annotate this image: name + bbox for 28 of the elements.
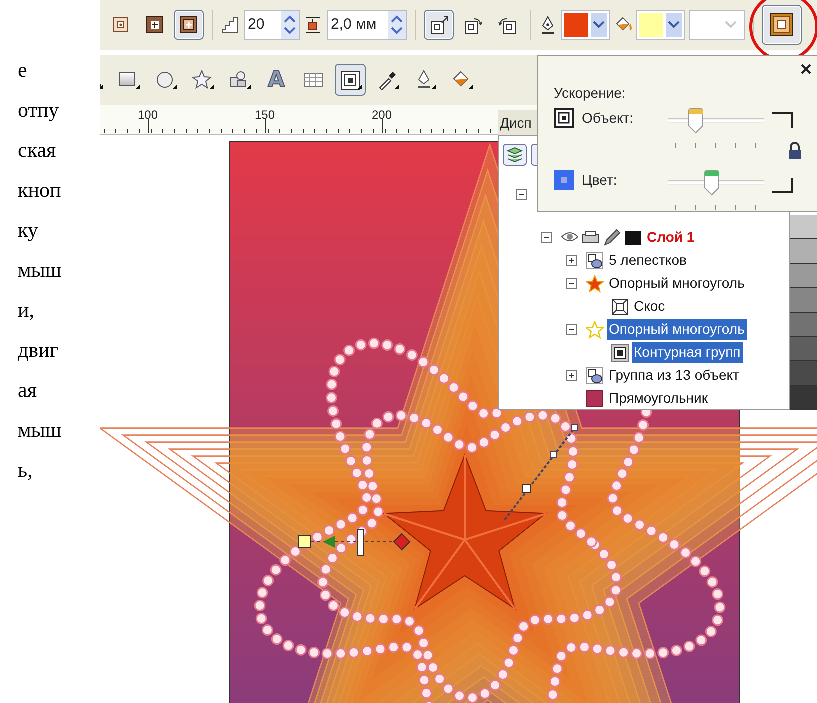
- spin-field[interactable]: 2,0 мм: [327, 10, 407, 40]
- tree-item[interactable]: Слой 1: [645, 227, 697, 248]
- text-line: мыш: [18, 257, 63, 284]
- text-line: ская: [18, 137, 58, 164]
- popup-title: Ускорение:: [554, 84, 626, 103]
- ruler-label: 100: [138, 107, 158, 124]
- slider-label: Объект:: [582, 109, 635, 128]
- tree-item[interactable]: Группа из 13 объект: [607, 365, 742, 386]
- text-line: и,: [18, 297, 36, 324]
- ruler-label: 150: [255, 107, 276, 124]
- tree-item[interactable]: Прямоугольник: [607, 388, 710, 409]
- tree-item[interactable]: Опорный многоуголь: [607, 319, 747, 340]
- close-button[interactable]: ×: [800, 60, 812, 80]
- text-line: ая: [18, 377, 38, 404]
- slider-label: Цвет:: [582, 171, 618, 190]
- text-line: отпу: [18, 97, 60, 124]
- ruler-label: 200: [372, 107, 392, 124]
- tree-item[interactable]: Опорный многоуголь: [607, 273, 747, 294]
- text-line: кноп: [18, 177, 62, 204]
- text-line: двиг: [18, 337, 60, 364]
- text-line: ку: [18, 217, 40, 244]
- text-line: ь,: [18, 457, 34, 484]
- tree-item[interactable]: 5 лепестков: [607, 250, 689, 271]
- text-line: мыш: [18, 417, 63, 444]
- text-line: е: [18, 57, 28, 84]
- tree-item[interactable]: Контурная групп: [632, 342, 743, 363]
- tree-item[interactable]: Скос: [632, 296, 668, 317]
- spin-field[interactable]: 20: [244, 10, 300, 40]
